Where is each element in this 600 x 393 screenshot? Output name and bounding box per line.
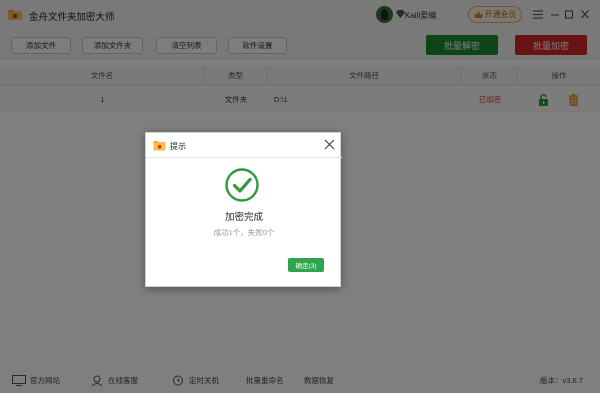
- completion-dialog: 提示 加密完成 成功1个，失败0个 确定(3): [145, 132, 342, 287]
- app-window: 金舟文件夹加密大师 Kaili爱编 开通会员 添加文件 添加文件夹 清空列表: [0, 0, 600, 393]
- success-check-icon: [225, 168, 259, 202]
- ok-button[interactable]: 确定(3): [288, 258, 324, 272]
- dialog-close-icon[interactable]: [323, 138, 336, 151]
- dialog-header: 提示: [146, 133, 342, 158]
- dialog-title: 提示: [170, 142, 186, 151]
- dialog-detail: 成功1个，失败0个: [213, 228, 275, 237]
- dialog-message: 加密完成: [224, 212, 263, 223]
- folder-lock-icon: [153, 141, 166, 151]
